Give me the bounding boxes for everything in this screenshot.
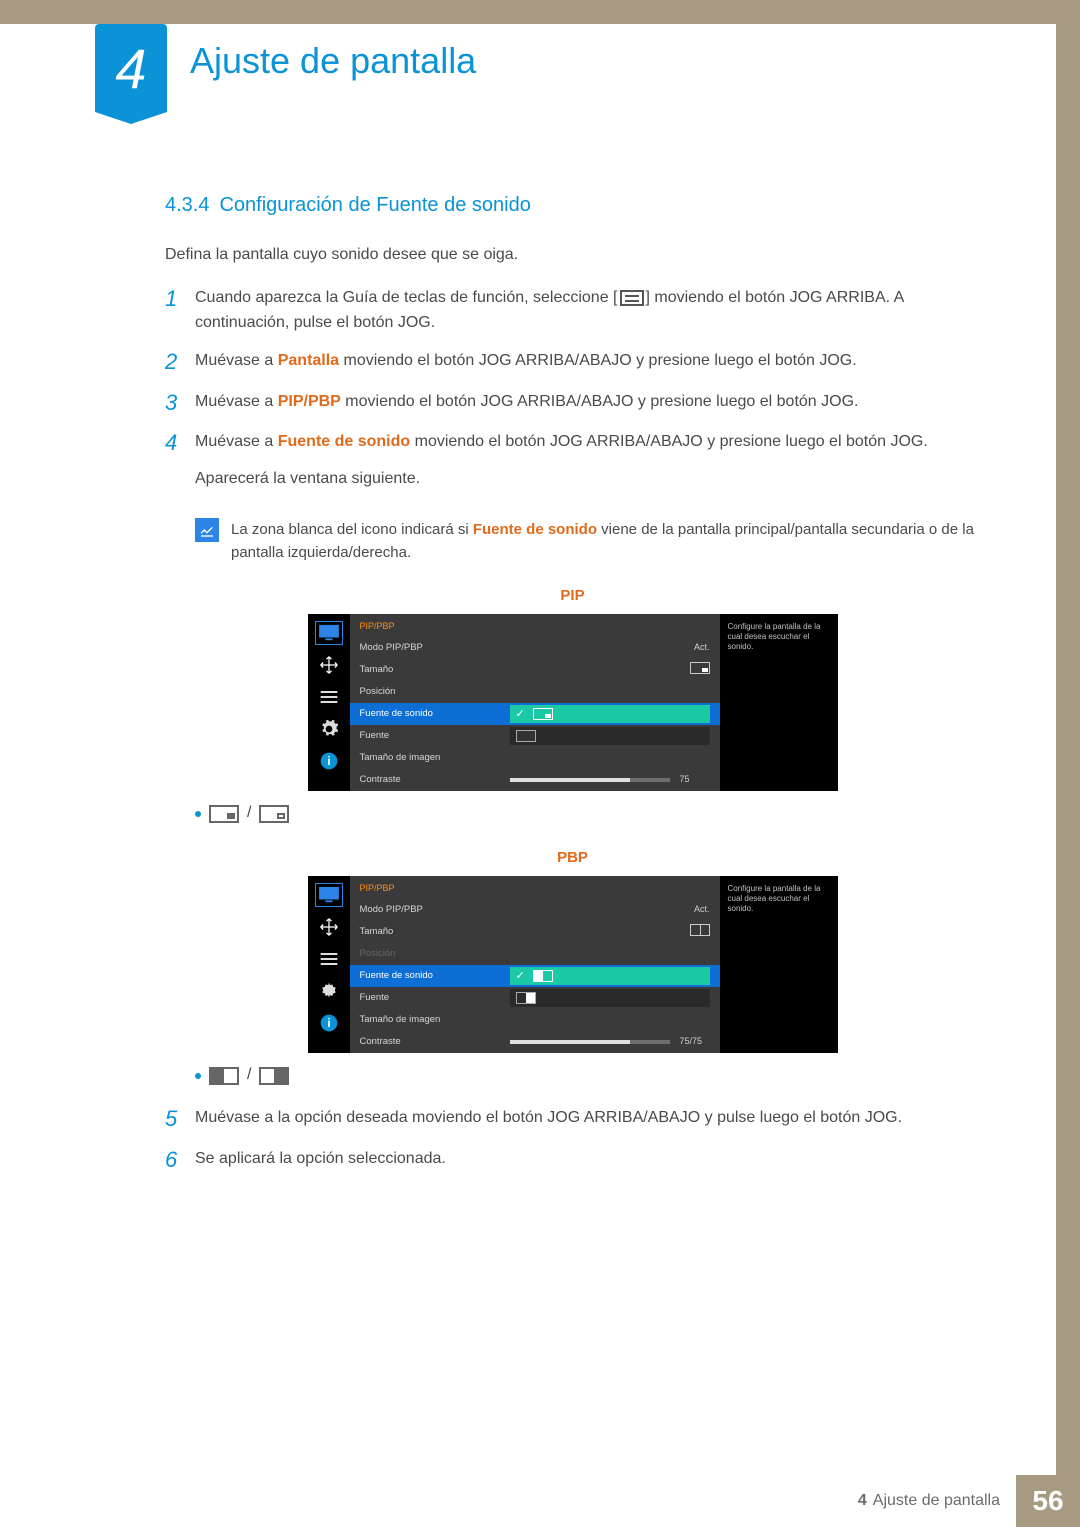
chapter-badge: 4: [95, 24, 167, 112]
footer-chapter-title: Ajuste de pantalla: [873, 1492, 1000, 1510]
step-number: 2: [165, 349, 195, 375]
note-block: La zona blanca del icono indicará si Fue…: [195, 518, 980, 565]
monitor-icon: [316, 884, 342, 906]
sub-screen-legend-icon: [259, 805, 289, 823]
step-5: 5 Muévase a la opción deseada moviendo e…: [165, 1106, 980, 1132]
section-heading: 4.3.4 Configuración de Fuente de sonido: [165, 190, 980, 221]
step-number: 3: [165, 390, 195, 416]
osd-row-contraste: Contraste75/75: [350, 1031, 720, 1053]
step-number: 1: [165, 286, 195, 312]
legend-pbp: /: [195, 1063, 980, 1088]
step-4: 4 Muévase a Fuente de sonido moviendo el…: [165, 430, 980, 504]
info-icon: i: [316, 1012, 342, 1034]
osd-row-tamano: Tamaño: [350, 659, 720, 681]
pbp-split-icon: [690, 924, 710, 936]
osd-help-panel: Configure la pantalla de la cual desea e…: [720, 614, 838, 792]
move-icon: [316, 654, 342, 676]
keyword-pantalla: Pantalla: [278, 352, 339, 369]
step-6: 6 Se aplicará la opción seleccionada.: [165, 1147, 980, 1173]
osd-help-panel: Configure la pantalla de la cual desea e…: [720, 876, 838, 1054]
info-icon: i: [316, 750, 342, 772]
step-1: 1 Cuando aparezca la Guía de teclas de f…: [165, 286, 980, 336]
left-screen-legend-icon: [209, 1067, 239, 1085]
footer-chapter-number: 4: [858, 1492, 867, 1510]
osd-row-modo: Modo PIP/PBPAct.: [350, 899, 720, 921]
osd-label-pip: PIP: [165, 584, 980, 607]
page-footer: 4 Ajuste de pantalla 56: [0, 1475, 1080, 1527]
chapter-title: Ajuste de pantalla: [190, 40, 476, 82]
legend-pip: /: [195, 801, 980, 826]
osd-option-alt: [510, 727, 710, 745]
osd-row-contraste: Contraste75: [350, 769, 720, 791]
osd-option-alt: [510, 989, 710, 1007]
osd-header: PIP/PBP: [350, 876, 720, 900]
osd-sidebar: i: [308, 614, 350, 792]
move-icon: [316, 916, 342, 938]
osd-sidebar: i: [308, 876, 350, 1054]
osd-row-tamano: Tamaño: [350, 921, 720, 943]
keyword-pippbp: PIP/PBP: [278, 393, 341, 410]
osd-row-modo: Modo PIP/PBPAct.: [350, 637, 720, 659]
osd-row-fuente-sonido: Fuente de sonido ✓: [350, 965, 720, 987]
monitor-icon: [316, 622, 342, 644]
osd-row-tamano-imagen: Tamaño de imagen: [350, 1009, 720, 1031]
osd-row-fuente: Fuente: [350, 987, 720, 1009]
osd-option-selected: ✓: [510, 705, 710, 723]
step1-text-a: Cuando aparezca la Guía de teclas de fun…: [195, 289, 618, 306]
bullet-icon: [195, 811, 201, 817]
osd-pbp: i PIP/PBP Modo PIP/PBPAct. Tamaño Posici…: [308, 876, 838, 1054]
sub-screen-icon: [516, 730, 536, 742]
intro-text: Defina la pantalla cuyo sonido desee que…: [165, 243, 980, 268]
note-icon: [195, 518, 219, 542]
main-screen-legend-icon: [209, 805, 239, 823]
step-3: 3 Muévase a PIP/PBP moviendo el botón JO…: [165, 390, 980, 416]
slider-bar: [510, 1040, 670, 1044]
section-number: 4.3.4: [165, 190, 209, 221]
slider-bar: [510, 778, 670, 782]
gear-icon: [316, 718, 342, 740]
keyword-fuente-sonido: Fuente de sonido: [278, 433, 410, 450]
right-screen-legend-icon: [259, 1067, 289, 1085]
step-2: 2 Muévase a Pantalla moviendo el botón J…: [165, 349, 980, 375]
step-number: 4: [165, 430, 195, 456]
check-icon: ✓: [516, 968, 525, 985]
svg-text:i: i: [327, 755, 330, 768]
osd-pip: i PIP/PBP Modo PIP/PBPAct. Tamaño Posici…: [308, 614, 838, 792]
footer-page-number: 56: [1016, 1475, 1080, 1527]
osd-row-tamano-imagen: Tamaño de imagen: [350, 747, 720, 769]
section-title: Configuración de Fuente de sonido: [219, 194, 530, 216]
osd-option-selected: ✓: [510, 967, 710, 985]
osd-label-pbp: PBP: [165, 846, 980, 869]
right-accent-bar: [1056, 0, 1080, 1527]
step-number: 6: [165, 1147, 195, 1173]
osd-main: PIP/PBP Modo PIP/PBPAct. Tamaño Posición…: [350, 614, 720, 792]
svg-text:i: i: [327, 1017, 330, 1030]
right-screen-icon: [516, 992, 536, 1004]
main-screen-icon: [533, 708, 553, 720]
osd-row-fuente-sonido: Fuente de sonido ✓: [350, 703, 720, 725]
gear-icon: [316, 980, 342, 1002]
list-icon: [316, 948, 342, 970]
list-icon: [316, 686, 342, 708]
pip-small-icon: [690, 662, 710, 674]
step4-subtext: Aparecerá la ventana siguiente.: [195, 467, 980, 492]
step-number: 5: [165, 1106, 195, 1132]
osd-header: PIP/PBP: [350, 614, 720, 638]
bullet-icon: [195, 1073, 201, 1079]
top-accent-bar: [0, 0, 1080, 24]
osd-row-posicion: Posición: [350, 681, 720, 703]
osd-row-posicion-disabled: Posición: [350, 943, 720, 965]
osd-main: PIP/PBP Modo PIP/PBPAct. Tamaño Posición…: [350, 876, 720, 1054]
keyword-fuente-sonido: Fuente de sonido: [473, 521, 597, 538]
menu-icon: [620, 290, 644, 306]
left-screen-icon: [533, 970, 553, 982]
osd-row-fuente: Fuente: [350, 725, 720, 747]
check-icon: ✓: [516, 706, 525, 723]
